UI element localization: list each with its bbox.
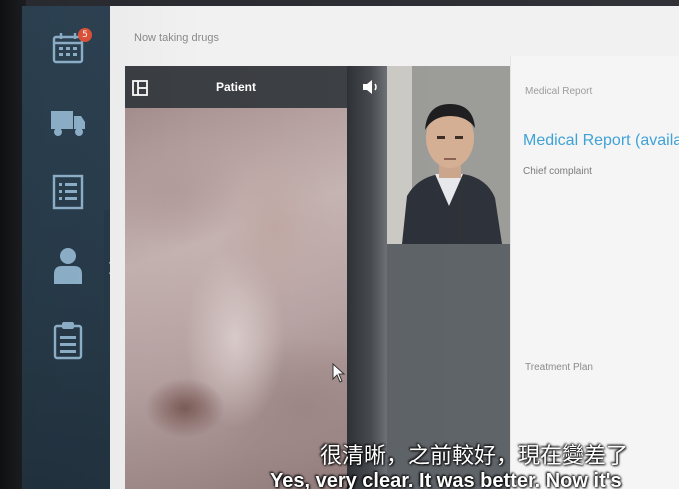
video-header: Patient <box>125 66 347 108</box>
report-section-label: Medical Report <box>525 86 593 97</box>
clipboard-icon <box>52 320 84 360</box>
video-divider <box>347 66 387 489</box>
sidebar-item-records[interactable] <box>48 320 88 360</box>
subtitle-english: Yes, very clear. It was better. Now it's <box>270 470 622 489</box>
video-call-panel: Patient <box>125 66 510 489</box>
sidebar: 5 <box>22 6 110 489</box>
main-content: Now taking drugs Patient Medical Report … <box>110 6 679 489</box>
sidebar-item-delivery[interactable] <box>48 102 88 142</box>
sidebar-item-patient[interactable] <box>48 246 88 286</box>
doctor-video-feed <box>387 66 510 244</box>
sidebar-item-list[interactable] <box>48 172 88 212</box>
chief-complaint-label: Chief complaint <box>523 166 592 177</box>
screen: 5 Now taking drugs Patient Medical Repor… <box>0 0 679 489</box>
drug-status-text: Now taking drugs <box>134 32 219 44</box>
medical-report-panel: Medical Report Medical Report (availa Ch… <box>510 56 679 489</box>
patient-video-feed <box>125 108 347 489</box>
doctor-figure <box>387 66 510 244</box>
speaker-icon[interactable] <box>361 78 381 101</box>
subtitle-chinese: 很清晰，之前較好，現在變差了 <box>320 444 629 469</box>
video-title: Patient <box>215 80 256 94</box>
truck-icon <box>49 105 87 139</box>
notification-badge: 5 <box>78 28 92 42</box>
mouse-pointer-icon <box>332 362 346 388</box>
treatment-plan-label: Treatment Plan <box>525 362 593 373</box>
report-title-link[interactable]: Medical Report (availa <box>523 132 679 150</box>
user-icon <box>51 246 85 286</box>
list-icon <box>51 174 85 210</box>
